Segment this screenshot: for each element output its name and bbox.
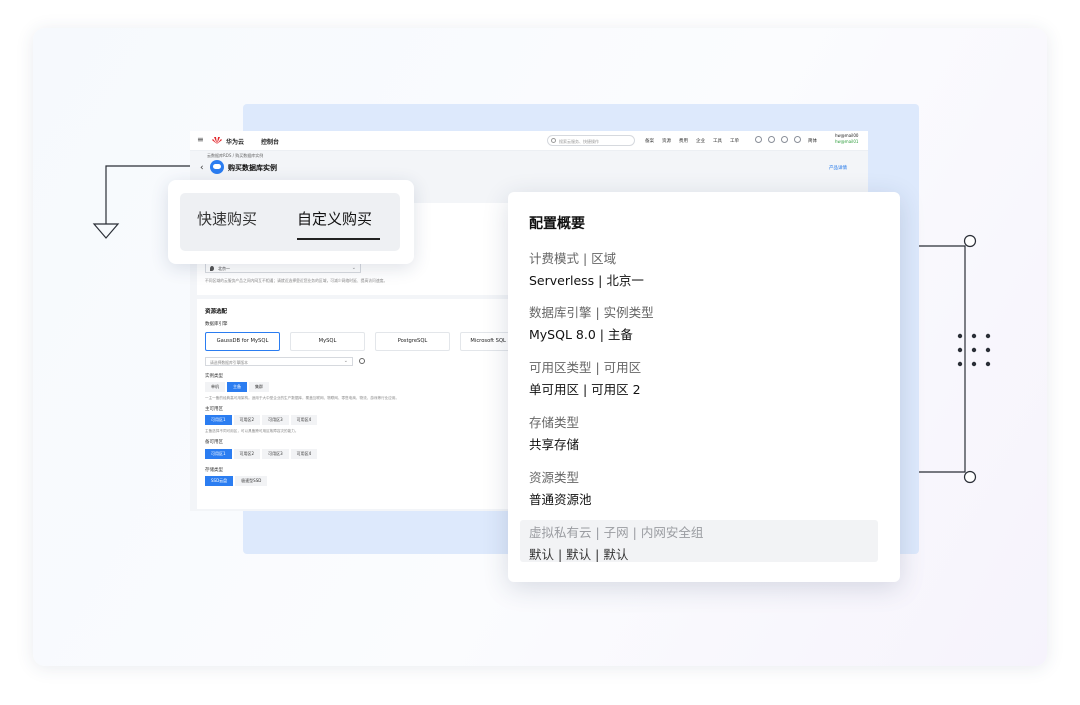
huawei-logo-icon xyxy=(212,137,222,144)
region-hint: 不同区域的云服务产品之间内网互不相通；请就近选择靠近您业务的区域，可减少网络时延… xyxy=(205,278,388,283)
page-title: 购买数据库实例 xyxy=(228,164,277,172)
summary-item-value: 共享存储 xyxy=(529,437,580,452)
purchase-mode-card: 快速购买 自定义购买 xyxy=(168,180,414,264)
version-select[interactable]: 请选择数据库引擎版本 ⌄ xyxy=(205,357,353,366)
nav-item[interactable]: 企业 xyxy=(696,138,705,144)
search-icon xyxy=(551,138,556,143)
engine-label: 数据库引擎 xyxy=(205,322,228,327)
active-tab-indicator xyxy=(297,238,380,240)
storage-option[interactable]: 极速型SSD xyxy=(235,476,268,486)
message-icon[interactable] xyxy=(768,136,775,143)
language-switch[interactable]: 简体 xyxy=(808,138,817,144)
database-icon xyxy=(210,160,224,174)
az-option[interactable]: 可用区2 xyxy=(233,415,261,425)
chevron-down-icon: ⌄ xyxy=(343,358,348,364)
console-topbar: ≡ 华为云 控制台 搜索云服务、快捷操作 备案 资源 费用 企业 工具 工单 简… xyxy=(190,131,868,151)
engine-option[interactable]: GaussDB for MySQL xyxy=(205,332,280,351)
refresh-icon[interactable] xyxy=(359,358,365,364)
tab-custom-purchase[interactable]: 自定义购买 xyxy=(297,208,372,229)
summary-item-label: 虚拟私有云 | 子网 | 内网安全组 xyxy=(529,525,704,540)
summary-item-label: 存储类型 xyxy=(529,415,580,430)
storage-label: 存储类型 xyxy=(205,468,223,473)
summary-item-label: 计费模式 | 区域 xyxy=(529,251,617,266)
nav-item[interactable]: 资源 xyxy=(662,138,671,144)
user-account[interactable]: hw@mail00 hw@mail01 xyxy=(835,133,858,145)
engine-option[interactable]: MySQL xyxy=(290,332,365,351)
primary-az-options: 可用区1 可用区2 可用区3 可用区4 xyxy=(205,415,319,425)
az-option[interactable]: 可用区2 xyxy=(233,449,261,459)
instance-type-options: 单机 主备 集群 xyxy=(205,382,271,392)
summary-item-value: MySQL 8.0 | 主备 xyxy=(529,327,633,342)
instance-hint: 一主一备的经典高可用架构。适用于大中型企业的生产数据库，覆盖互联网、物联网、零售… xyxy=(205,396,400,400)
storage-option[interactable]: SSD云盘 xyxy=(205,476,234,486)
instance-type-option[interactable]: 单机 xyxy=(205,382,225,392)
location-pin-icon xyxy=(210,266,214,271)
primary-az-label: 主可用区 xyxy=(205,407,223,412)
nav-item[interactable]: 工具 xyxy=(713,138,722,144)
standby-az-options: 可用区1 可用区2 可用区3 可用区4 xyxy=(205,449,319,459)
az-hint: 主备选择不同可用区，可以具备跨可用区故障容灾的能力。 xyxy=(205,429,299,433)
summary-item-label: 数据库引擎 | 实例类型 xyxy=(529,305,654,320)
standby-az-label: 备可用区 xyxy=(205,440,223,445)
nav-item[interactable]: 备案 xyxy=(645,138,654,144)
az-option[interactable]: 可用区1 xyxy=(205,449,232,459)
product-details-link[interactable]: 产品详情 xyxy=(829,165,847,171)
console-link[interactable]: 控制台 xyxy=(261,137,279,146)
topbar-icons xyxy=(755,136,801,143)
chevron-down-icon: ⌄ xyxy=(351,265,356,271)
az-option[interactable]: 可用区4 xyxy=(290,449,318,459)
summary-item-value: 单可用区 | 可用区 2 xyxy=(529,382,641,397)
summary-item-label: 可用区类型 | 可用区 xyxy=(529,360,642,375)
menu-icon[interactable]: ≡ xyxy=(197,136,204,144)
instance-type-option[interactable]: 集群 xyxy=(249,382,269,392)
region-select[interactable]: 北京一 ⌄ xyxy=(205,263,361,273)
storage-options: SSD云盘 极速型SSD xyxy=(205,476,269,486)
instance-type-label: 实例类型 xyxy=(205,374,223,379)
config-summary-card: 配置概要 计费模式 | 区域 Serverless | 北京一 数据库引擎 | … xyxy=(508,192,900,582)
search-input[interactable]: 搜索云服务、快捷操作 xyxy=(547,135,635,146)
summary-item-value: 默认 | 默认 | 默认 xyxy=(529,547,629,562)
nav-item[interactable]: 费用 xyxy=(679,138,688,144)
tab-quick-purchase[interactable]: 快速购买 xyxy=(197,208,257,229)
summary-item-label: 资源类型 xyxy=(529,470,580,485)
back-arrow-icon[interactable]: ‹ xyxy=(200,163,204,173)
instance-type-option[interactable]: 主备 xyxy=(227,382,247,392)
cart-icon[interactable] xyxy=(794,136,801,143)
page-header: ‹ 购买数据库实例 产品详情 xyxy=(197,159,857,179)
purchase-mode-tabs: 快速购买 自定义购买 xyxy=(180,193,400,251)
nav-item[interactable]: 工单 xyxy=(730,138,739,144)
section-title: 资源选配 xyxy=(205,309,228,315)
az-option[interactable]: 可用区1 xyxy=(205,415,232,425)
az-option[interactable]: 可用区3 xyxy=(262,415,289,425)
top-nav: 备案 资源 费用 企业 工具 工单 xyxy=(645,138,739,144)
az-option[interactable]: 可用区4 xyxy=(290,415,318,425)
summary-title: 配置概要 xyxy=(529,216,585,232)
bell-icon[interactable] xyxy=(781,136,788,143)
help-icon[interactable] xyxy=(755,136,762,143)
summary-item-value: 普通资源池 xyxy=(529,492,592,507)
engine-option[interactable]: PostgreSQL xyxy=(375,332,450,351)
engine-options: GaussDB for MySQL MySQL PostgreSQL Micro… xyxy=(205,332,535,351)
summary-item-value: Serverless | 北京一 xyxy=(529,273,644,288)
az-option[interactable]: 可用区3 xyxy=(262,449,289,459)
user-badge: hw@mail01 xyxy=(835,139,859,144)
brand-name: 华为云 xyxy=(226,139,245,146)
